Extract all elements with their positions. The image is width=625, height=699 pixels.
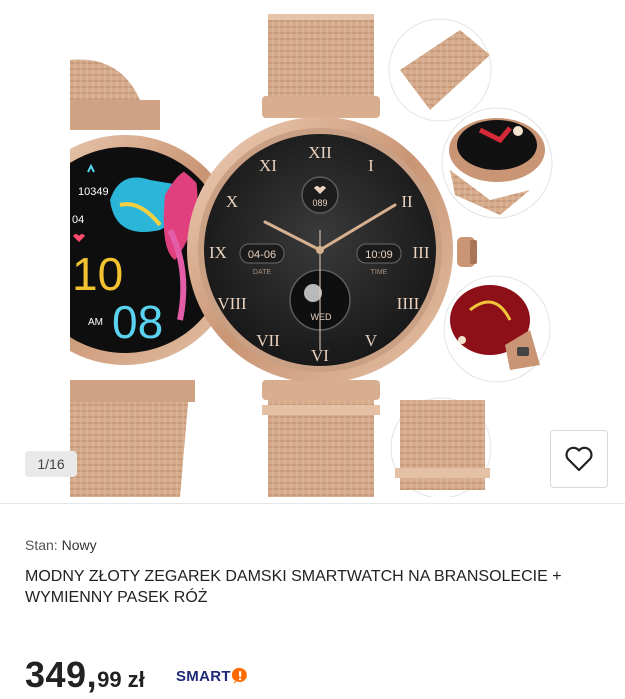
condition-label: Stan: <box>25 537 58 553</box>
price-integer: 349, <box>25 654 98 695</box>
section-divider <box>0 503 625 504</box>
svg-text:10: 10 <box>72 248 123 300</box>
svg-text:DATE: DATE <box>253 269 271 276</box>
price-decimal: 99 <box>97 667 122 692</box>
condition-value: Nowy <box>61 537 97 553</box>
price: 349,99 zł <box>25 654 145 696</box>
price-currency: zł <box>127 667 145 692</box>
heart-outline-icon <box>565 446 593 472</box>
product-image[interactable]: 10349 04 10 AM 08 XII I II III IIII V VI… <box>0 0 625 497</box>
smart-badge[interactable]: SMART <box>176 667 248 685</box>
moon-icon <box>304 284 322 302</box>
svg-text:XI: XI <box>259 156 277 175</box>
svg-text:IX: IX <box>209 243 227 262</box>
svg-text:III: III <box>413 243 430 262</box>
svg-text:089: 089 <box>312 198 327 208</box>
product-gallery[interactable]: 10349 04 10 AM 08 XII I II III IIII V VI… <box>0 0 625 497</box>
svg-text:TIME: TIME <box>371 269 388 276</box>
svg-text:IIII: IIII <box>397 294 420 313</box>
svg-text:10349: 10349 <box>78 186 109 198</box>
svg-text:08: 08 <box>112 296 163 348</box>
favorite-button[interactable] <box>550 430 608 488</box>
svg-text:04-06: 04-06 <box>248 249 276 261</box>
svg-text:WED: WED <box>311 312 332 322</box>
smart-label: SMART <box>176 667 231 685</box>
svg-text:VIII: VIII <box>217 294 247 313</box>
svg-text:04: 04 <box>72 214 84 226</box>
svg-text:II: II <box>401 192 413 211</box>
smart-exclamation-icon <box>231 667 247 684</box>
condition-row: Stan: Nowy <box>25 537 97 553</box>
svg-text:X: X <box>226 192 238 211</box>
svg-text:AM: AM <box>88 317 103 328</box>
svg-text:V: V <box>365 331 378 350</box>
product-title: MODNY ZŁOTY ZEGAREK DAMSKI SMARTWATCH NA… <box>25 568 562 606</box>
svg-text:XII: XII <box>308 143 332 162</box>
svg-text:VII: VII <box>256 331 280 350</box>
svg-text:I: I <box>368 156 374 175</box>
svg-text:10:09: 10:09 <box>365 249 393 261</box>
image-counter: 1/16 <box>25 451 77 477</box>
